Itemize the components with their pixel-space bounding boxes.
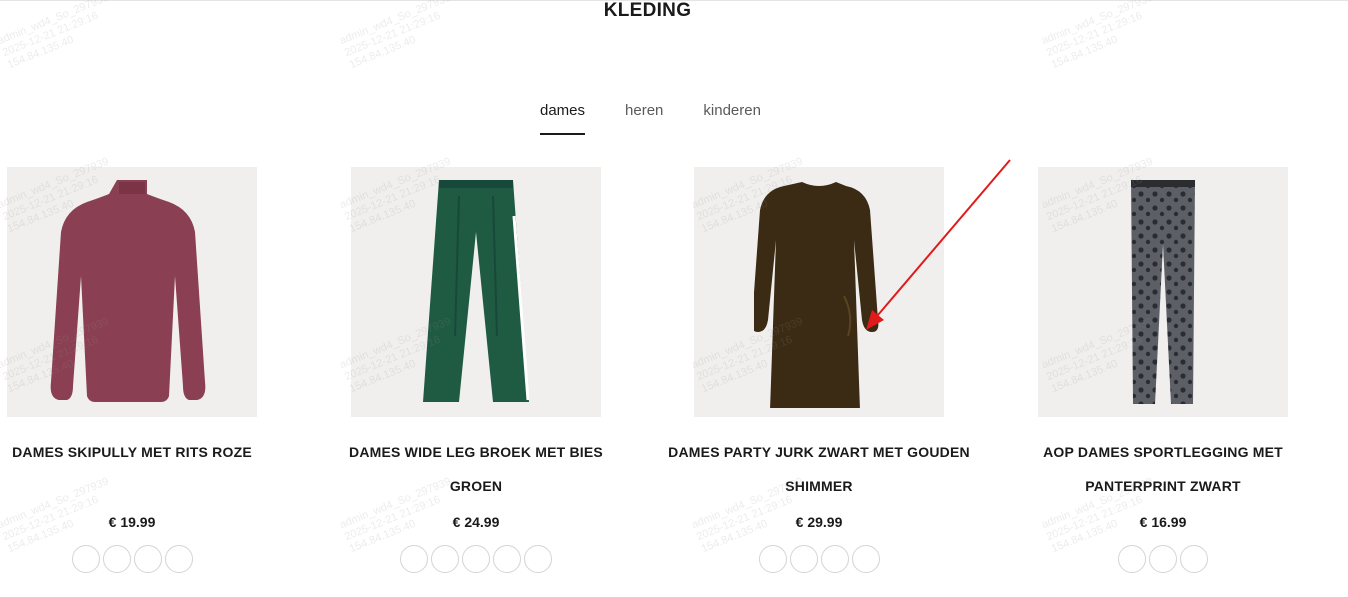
product-image[interactable] <box>1038 167 1288 417</box>
color-swatch[interactable] <box>462 545 490 573</box>
tab-dames[interactable]: dames <box>540 100 586 135</box>
product-price: € 16.99 <box>1139 514 1187 530</box>
color-swatch[interactable] <box>431 545 459 573</box>
color-swatch[interactable] <box>133 545 162 573</box>
color-swatch[interactable] <box>400 545 428 573</box>
color-swatch[interactable] <box>758 545 787 573</box>
product-card: DAMES SKIPULLY MET RITS ROZE € 19.99 <box>0 167 287 573</box>
product-price: € 29.99 <box>795 514 843 530</box>
color-swatches <box>1008 545 1318 573</box>
color-swatch[interactable] <box>1118 545 1146 573</box>
color-swatch[interactable] <box>1180 545 1208 573</box>
color-swatch[interactable] <box>493 545 521 573</box>
trousers-icon <box>423 180 530 402</box>
product-image[interactable] <box>7 167 257 417</box>
color-swatch[interactable] <box>789 545 818 573</box>
color-swatch[interactable] <box>1149 545 1177 573</box>
category-tabs: dames heren kinderen <box>540 100 801 135</box>
turtleneck-icon <box>50 180 206 402</box>
product-name[interactable]: AOP DAMES SPORTLEGGING MET PANTERPRINT Z… <box>1008 435 1318 503</box>
leggings-icon <box>1131 180 1195 404</box>
product-name[interactable]: DAMES WIDE LEG BROEK MET BIES GROEN <box>321 435 631 503</box>
color-swatch[interactable] <box>102 545 131 573</box>
color-swatches <box>321 545 631 573</box>
color-swatch[interactable] <box>851 545 880 573</box>
product-card: DAMES WIDE LEG BROEK MET BIES GROEN € 24… <box>321 167 631 573</box>
tab-heren[interactable]: heren <box>625 100 663 135</box>
color-swatch[interactable] <box>71 545 100 573</box>
product-image[interactable] <box>351 167 601 417</box>
product-name[interactable]: DAMES PARTY JURK ZWART MET GOUDEN SHIMME… <box>664 435 974 503</box>
product-name[interactable]: DAMES SKIPULLY MET RITS ROZE <box>0 435 287 503</box>
color-swatch[interactable] <box>820 545 849 573</box>
color-swatch[interactable] <box>164 545 193 573</box>
product-card: DAMES PARTY JURK ZWART MET GOUDEN SHIMME… <box>664 167 974 573</box>
product-card: AOP DAMES SPORTLEGGING MET PANTERPRINT Z… <box>1008 167 1318 573</box>
color-swatch[interactable] <box>524 545 552 573</box>
dress-icon <box>754 182 879 408</box>
color-swatches <box>0 545 287 573</box>
product-price: € 19.99 <box>108 514 156 530</box>
color-swatches <box>664 545 974 573</box>
product-price: € 24.99 <box>452 514 500 530</box>
page-title: KLEDING <box>603 0 692 21</box>
tab-kinderen[interactable]: kinderen <box>703 100 761 135</box>
product-image[interactable] <box>694 167 944 417</box>
